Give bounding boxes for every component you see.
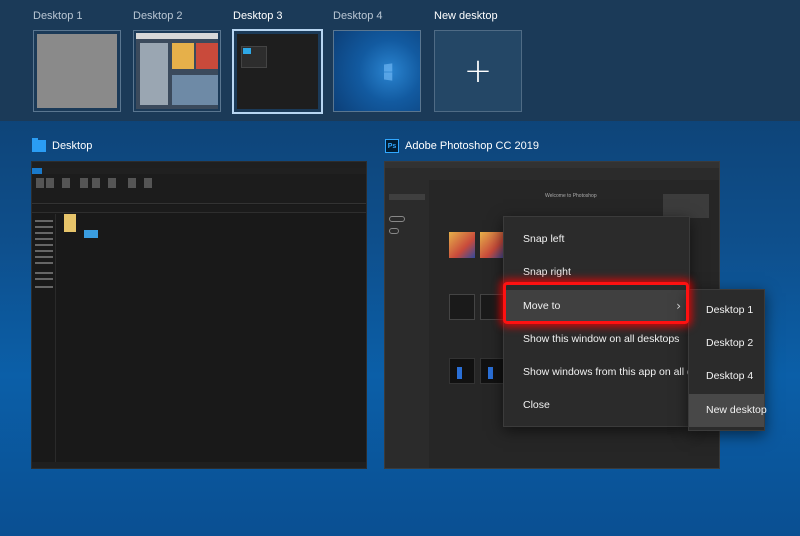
photoshop-title-text: Adobe Photoshop CC 2019 [405, 140, 539, 152]
plus-icon: + [463, 51, 493, 91]
explorer-title-text: Desktop [52, 140, 93, 152]
desktop-2-thumbnail[interactable] [133, 30, 221, 112]
desktop-1-label: Desktop 1 [33, 10, 83, 22]
submenu-desktop-1[interactable]: Desktop 1 [689, 294, 764, 327]
photoshop-window-title[interactable]: Ps Adobe Photoshop CC 2019 [385, 139, 539, 153]
window-context-menu: Snap left Snap right Move to › Show this… [503, 216, 729, 427]
move-to-label: Move to [523, 300, 561, 312]
show-window-all-desktops-item[interactable]: Show this window on all desktops [504, 323, 689, 356]
new-desktop-label: New desktop [434, 10, 498, 22]
snap-left-item[interactable]: Snap left [504, 223, 689, 256]
submenu-desktop-2[interactable]: Desktop 2 [689, 327, 764, 360]
move-to-submenu: Desktop 1 Desktop 2 Desktop 4 New deskto… [688, 289, 767, 431]
snap-right-item[interactable]: Snap right [504, 256, 689, 289]
explorer-window-thumbnail[interactable] [31, 161, 367, 469]
submenu-new-desktop[interactable]: New desktop [689, 394, 767, 427]
close-item[interactable]: Close [504, 389, 689, 422]
move-to-item[interactable]: Move to › [504, 290, 689, 323]
desktop-1-thumbnail[interactable] [33, 30, 121, 112]
desktop-3-thumbnail[interactable] [232, 29, 323, 114]
submenu-desktop-4[interactable]: Desktop 4 [689, 360, 764, 393]
show-app-windows-all-desktops-item[interactable]: Show windows from this app on all deskto… [504, 356, 729, 389]
photoshop-icon: Ps [385, 139, 399, 153]
photoshop-welcome-text: Welcome to Photoshop [545, 193, 597, 199]
desktop-strip: Desktop 1 Desktop 2 Desktop 3 Desktop 4 … [0, 0, 800, 121]
desktop-2-label: Desktop 2 [133, 10, 183, 22]
chevron-right-icon: › [676, 299, 681, 313]
desktop-4-thumbnail[interactable] [333, 30, 421, 112]
windows-logo-icon [384, 63, 393, 81]
new-desktop-button[interactable]: + [434, 30, 522, 112]
explorer-window-title[interactable]: Desktop [32, 138, 93, 152]
desktop-4-label: Desktop 4 [333, 10, 383, 22]
folder-icon [32, 138, 46, 152]
desktop-3-label: Desktop 3 [233, 10, 283, 22]
